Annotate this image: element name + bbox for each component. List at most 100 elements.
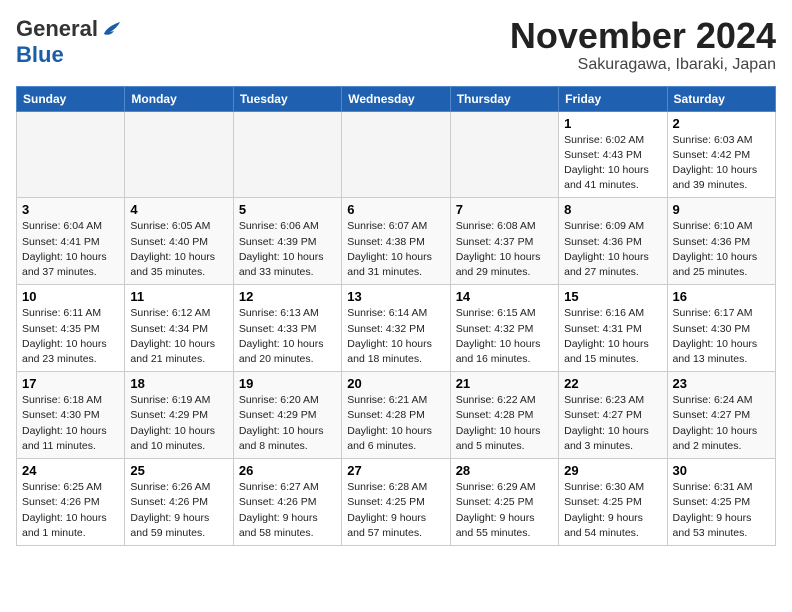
calendar-cell-w3-d3: 13 Sunrise: 6:14 AM Sunset: 4:32 PM Dayli… [342,285,450,372]
calendar-table: Sunday Monday Tuesday Wednesday Thursday… [16,86,776,546]
day-number: 13 [347,289,444,304]
location-title: Sakuragawa, Ibaraki, Japan [510,56,776,74]
day-number: 23 [673,376,770,391]
calendar-cell-w2-d1: 4 Sunrise: 6:05 AM Sunset: 4:40 PM Daylig… [125,198,233,285]
day-number: 17 [22,376,119,391]
day-number: 30 [673,463,770,478]
calendar-cell-w4-d5: 22Sunrise: 6:23 AM Sunset: 4:27 PM Dayli… [559,372,667,459]
calendar-cell-w3-d6: 16Sunrise: 6:17 AM Sunset: 4:30 PM Dayli… [667,285,775,372]
calendar-cell-w5-d4: 28 Sunrise: 6:29 AM Sunset: 4:25 PM Dayli… [450,459,558,546]
day-number: 24 [22,463,119,478]
day-info: Sunrise: 6:14 AM Sunset: 4:32 PM Dayligh… [347,306,444,367]
day-info: Sunrise: 6:08 AM Sunset: 4:37 PM Dayligh… [456,219,553,280]
logo-general-text: General [16,16,98,42]
day-info: Sunrise: 6:09 AM Sunset: 4:36 PM Dayligh… [564,219,661,280]
calendar-cell-w1-d3 [342,111,450,198]
day-number: 12 [239,289,336,304]
day-info: Sunrise: 6:16 AM Sunset: 4:31 PM Dayligh… [564,306,661,367]
weekday-monday: Monday [125,86,233,111]
calendar-cell-w4-d3: 20 Sunrise: 6:21 AM Sunset: 4:28 PM Dayli… [342,372,450,459]
calendar-cell-w4-d6: 23 Sunrise: 6:24 AM Sunset: 4:27 PM Dayli… [667,372,775,459]
day-info: Sunrise: 6:20 AM Sunset: 4:29 PM Dayligh… [239,393,336,454]
day-number: 2 [673,116,770,131]
day-info: Sunrise: 6:31 AM Sunset: 4:25 PM Dayligh… [673,480,770,541]
title-area: November 2024 Sakuragawa, Ibaraki, Japan [510,16,776,74]
calendar-cell-w3-d4: 14 Sunrise: 6:15 AM Sunset: 4:32 PM Dayli… [450,285,558,372]
day-number: 21 [456,376,553,391]
day-number: 10 [22,289,119,304]
weekday-thursday: Thursday [450,86,558,111]
day-number: 3 [22,202,119,217]
day-number: 11 [130,289,227,304]
calendar-cell-w4-d2: 19 Sunrise: 6:20 AM Sunset: 4:29 PM Dayli… [233,372,341,459]
calendar-cell-w5-d3: 27Sunrise: 6:28 AM Sunset: 4:25 PM Dayli… [342,459,450,546]
calendar-cell-w2-d4: 7Sunrise: 6:08 AM Sunset: 4:37 PM Daylig… [450,198,558,285]
day-number: 18 [130,376,227,391]
calendar-cell-w2-d2: 5 Sunrise: 6:06 AM Sunset: 4:39 PM Daylig… [233,198,341,285]
calendar-cell-w2-d3: 6Sunrise: 6:07 AM Sunset: 4:38 PM Daylig… [342,198,450,285]
day-number: 28 [456,463,553,478]
day-number: 1 [564,116,661,131]
day-info: Sunrise: 6:27 AM Sunset: 4:26 PM Dayligh… [239,480,336,541]
day-number: 19 [239,376,336,391]
calendar-week-5: 24 Sunrise: 6:25 AM Sunset: 4:26 PM Dayli… [17,459,776,546]
calendar-cell-w5-d0: 24 Sunrise: 6:25 AM Sunset: 4:26 PM Dayli… [17,459,125,546]
day-info: Sunrise: 6:26 AM Sunset: 4:26 PM Dayligh… [130,480,227,541]
day-info: Sunrise: 6:24 AM Sunset: 4:27 PM Dayligh… [673,393,770,454]
calendar-week-4: 17 Sunrise: 6:18 AM Sunset: 4:30 PM Dayli… [17,372,776,459]
calendar-cell-w3-d1: 11 Sunrise: 6:12 AM Sunset: 4:34 PM Dayli… [125,285,233,372]
day-info: Sunrise: 6:05 AM Sunset: 4:40 PM Dayligh… [130,219,227,280]
day-info: Sunrise: 6:22 AM Sunset: 4:28 PM Dayligh… [456,393,553,454]
day-number: 4 [130,202,227,217]
day-number: 5 [239,202,336,217]
calendar-week-3: 10Sunrise: 6:11 AM Sunset: 4:35 PM Dayli… [17,285,776,372]
calendar-cell-w4-d4: 21 Sunrise: 6:22 AM Sunset: 4:28 PM Dayli… [450,372,558,459]
calendar-week-1: 1 Sunrise: 6:02 AM Sunset: 4:43 PM Daylig… [17,111,776,198]
calendar-cell-w1-d5: 1 Sunrise: 6:02 AM Sunset: 4:43 PM Daylig… [559,111,667,198]
calendar-cell-w1-d4 [450,111,558,198]
weekday-wednesday: Wednesday [342,86,450,111]
day-info: Sunrise: 6:25 AM Sunset: 4:26 PM Dayligh… [22,480,119,541]
calendar-cell-w3-d0: 10Sunrise: 6:11 AM Sunset: 4:35 PM Dayli… [17,285,125,372]
day-number: 26 [239,463,336,478]
day-info: Sunrise: 6:10 AM Sunset: 4:36 PM Dayligh… [673,219,770,280]
day-info: Sunrise: 6:04 AM Sunset: 4:41 PM Dayligh… [22,219,119,280]
calendar-cell-w3-d2: 12Sunrise: 6:13 AM Sunset: 4:33 PM Dayli… [233,285,341,372]
calendar-cell-w2-d0: 3 Sunrise: 6:04 AM Sunset: 4:41 PM Daylig… [17,198,125,285]
day-info: Sunrise: 6:07 AM Sunset: 4:38 PM Dayligh… [347,219,444,280]
weekday-sunday: Sunday [17,86,125,111]
calendar-cell-w4-d0: 17 Sunrise: 6:18 AM Sunset: 4:30 PM Dayli… [17,372,125,459]
logo: General Blue [16,16,122,68]
calendar-cell-w1-d6: 2Sunrise: 6:03 AM Sunset: 4:42 PM Daylig… [667,111,775,198]
calendar-header-row: Sunday Monday Tuesday Wednesday Thursday… [17,86,776,111]
day-info: Sunrise: 6:19 AM Sunset: 4:29 PM Dayligh… [130,393,227,454]
weekday-saturday: Saturday [667,86,775,111]
day-info: Sunrise: 6:30 AM Sunset: 4:25 PM Dayligh… [564,480,661,541]
day-info: Sunrise: 6:06 AM Sunset: 4:39 PM Dayligh… [239,219,336,280]
day-number: 14 [456,289,553,304]
calendar-cell-w5-d6: 30 Sunrise: 6:31 AM Sunset: 4:25 PM Dayli… [667,459,775,546]
calendar-cell-w1-d2 [233,111,341,198]
logo-bird-icon [100,20,122,38]
calendar-cell-w2-d6: 9Sunrise: 6:10 AM Sunset: 4:36 PM Daylig… [667,198,775,285]
day-info: Sunrise: 6:21 AM Sunset: 4:28 PM Dayligh… [347,393,444,454]
calendar-cell-w1-d1 [125,111,233,198]
calendar-cell-w4-d1: 18 Sunrise: 6:19 AM Sunset: 4:29 PM Dayli… [125,372,233,459]
day-info: Sunrise: 6:28 AM Sunset: 4:25 PM Dayligh… [347,480,444,541]
day-info: Sunrise: 6:12 AM Sunset: 4:34 PM Dayligh… [130,306,227,367]
day-info: Sunrise: 6:23 AM Sunset: 4:27 PM Dayligh… [564,393,661,454]
day-info: Sunrise: 6:02 AM Sunset: 4:43 PM Dayligh… [564,133,661,194]
weekday-friday: Friday [559,86,667,111]
calendar-cell-w5-d1: 25 Sunrise: 6:26 AM Sunset: 4:26 PM Dayli… [125,459,233,546]
day-info: Sunrise: 6:17 AM Sunset: 4:30 PM Dayligh… [673,306,770,367]
day-number: 20 [347,376,444,391]
day-info: Sunrise: 6:15 AM Sunset: 4:32 PM Dayligh… [456,306,553,367]
day-info: Sunrise: 6:29 AM Sunset: 4:25 PM Dayligh… [456,480,553,541]
calendar-cell-w5-d2: 26 Sunrise: 6:27 AM Sunset: 4:26 PM Dayli… [233,459,341,546]
day-info: Sunrise: 6:18 AM Sunset: 4:30 PM Dayligh… [22,393,119,454]
day-number: 8 [564,202,661,217]
header: General Blue November 2024 Sakuragawa, I… [16,16,776,74]
month-title: November 2024 [510,16,776,56]
day-number: 25 [130,463,227,478]
page-container: General Blue November 2024 Sakuragawa, I… [16,16,776,546]
